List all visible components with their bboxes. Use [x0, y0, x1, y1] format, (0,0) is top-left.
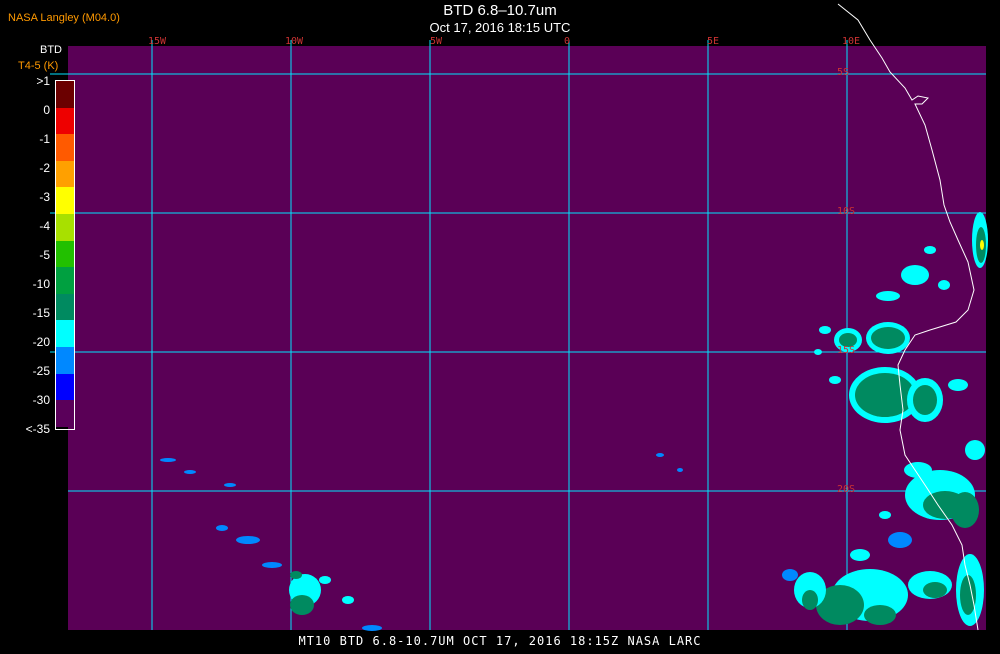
legend-swatch — [56, 293, 74, 321]
legend-label: >1 — [36, 74, 50, 88]
lat-label-15s: 15S — [837, 345, 856, 356]
legend-label: -1 — [39, 132, 50, 146]
legend-label: <-35 — [25, 422, 50, 436]
legend-label: 0 — [43, 103, 50, 117]
legend-swatch — [56, 187, 74, 215]
legend-colorbar — [55, 80, 75, 430]
legend-label: -20 — [32, 335, 50, 349]
lon-label-15w: 15W — [147, 36, 167, 47]
legend-title: BTD — [40, 44, 62, 56]
lon-label-5w: 5W — [429, 36, 443, 47]
legend-label: -30 — [32, 393, 50, 407]
timestamp-subtitle: Oct 17, 2016 18:15 UTC — [429, 20, 571, 35]
legend-swatch — [56, 400, 74, 428]
legend-label: -10 — [32, 277, 50, 291]
legend-label: -3 — [39, 190, 50, 204]
satellite-map: NASA Langley (M04.0) BTD 6.8–10.7um Oct … — [0, 0, 1000, 650]
legend-swatch — [56, 81, 74, 109]
legend-swatch — [56, 373, 74, 401]
lon-label-0: 0 — [563, 36, 571, 47]
legend-swatch — [56, 134, 74, 162]
legend-swatch — [56, 107, 74, 135]
legend-label: -2 — [39, 161, 50, 175]
legend-swatch — [56, 160, 74, 188]
lat-label-10s: 10S — [837, 206, 856, 217]
legend-label: -25 — [32, 364, 50, 378]
map-canvas — [50, 3, 988, 631]
lon-label-10e: 10E — [841, 36, 861, 47]
legend-swatch — [56, 267, 74, 295]
legend-label: -5 — [39, 248, 50, 262]
footer-caption: MT10 BTD 6.8-10.7UM OCT 17, 2016 18:15Z … — [298, 634, 702, 648]
lon-label-5e: 5E — [706, 36, 720, 47]
legend-swatch — [56, 240, 74, 268]
legend-swatch — [56, 347, 74, 375]
lat-label-20s: 20S — [837, 484, 856, 495]
legend-label: -4 — [39, 219, 50, 233]
lat-label-5s: 5S — [837, 67, 850, 78]
legend-swatch — [56, 320, 74, 348]
lon-label-10w: 10W — [284, 36, 304, 47]
legend-units: T4-5 (K) — [18, 60, 59, 72]
legend-label: -15 — [32, 306, 50, 320]
product-title: BTD 6.8–10.7um — [443, 2, 557, 19]
legend-swatch — [56, 214, 74, 242]
